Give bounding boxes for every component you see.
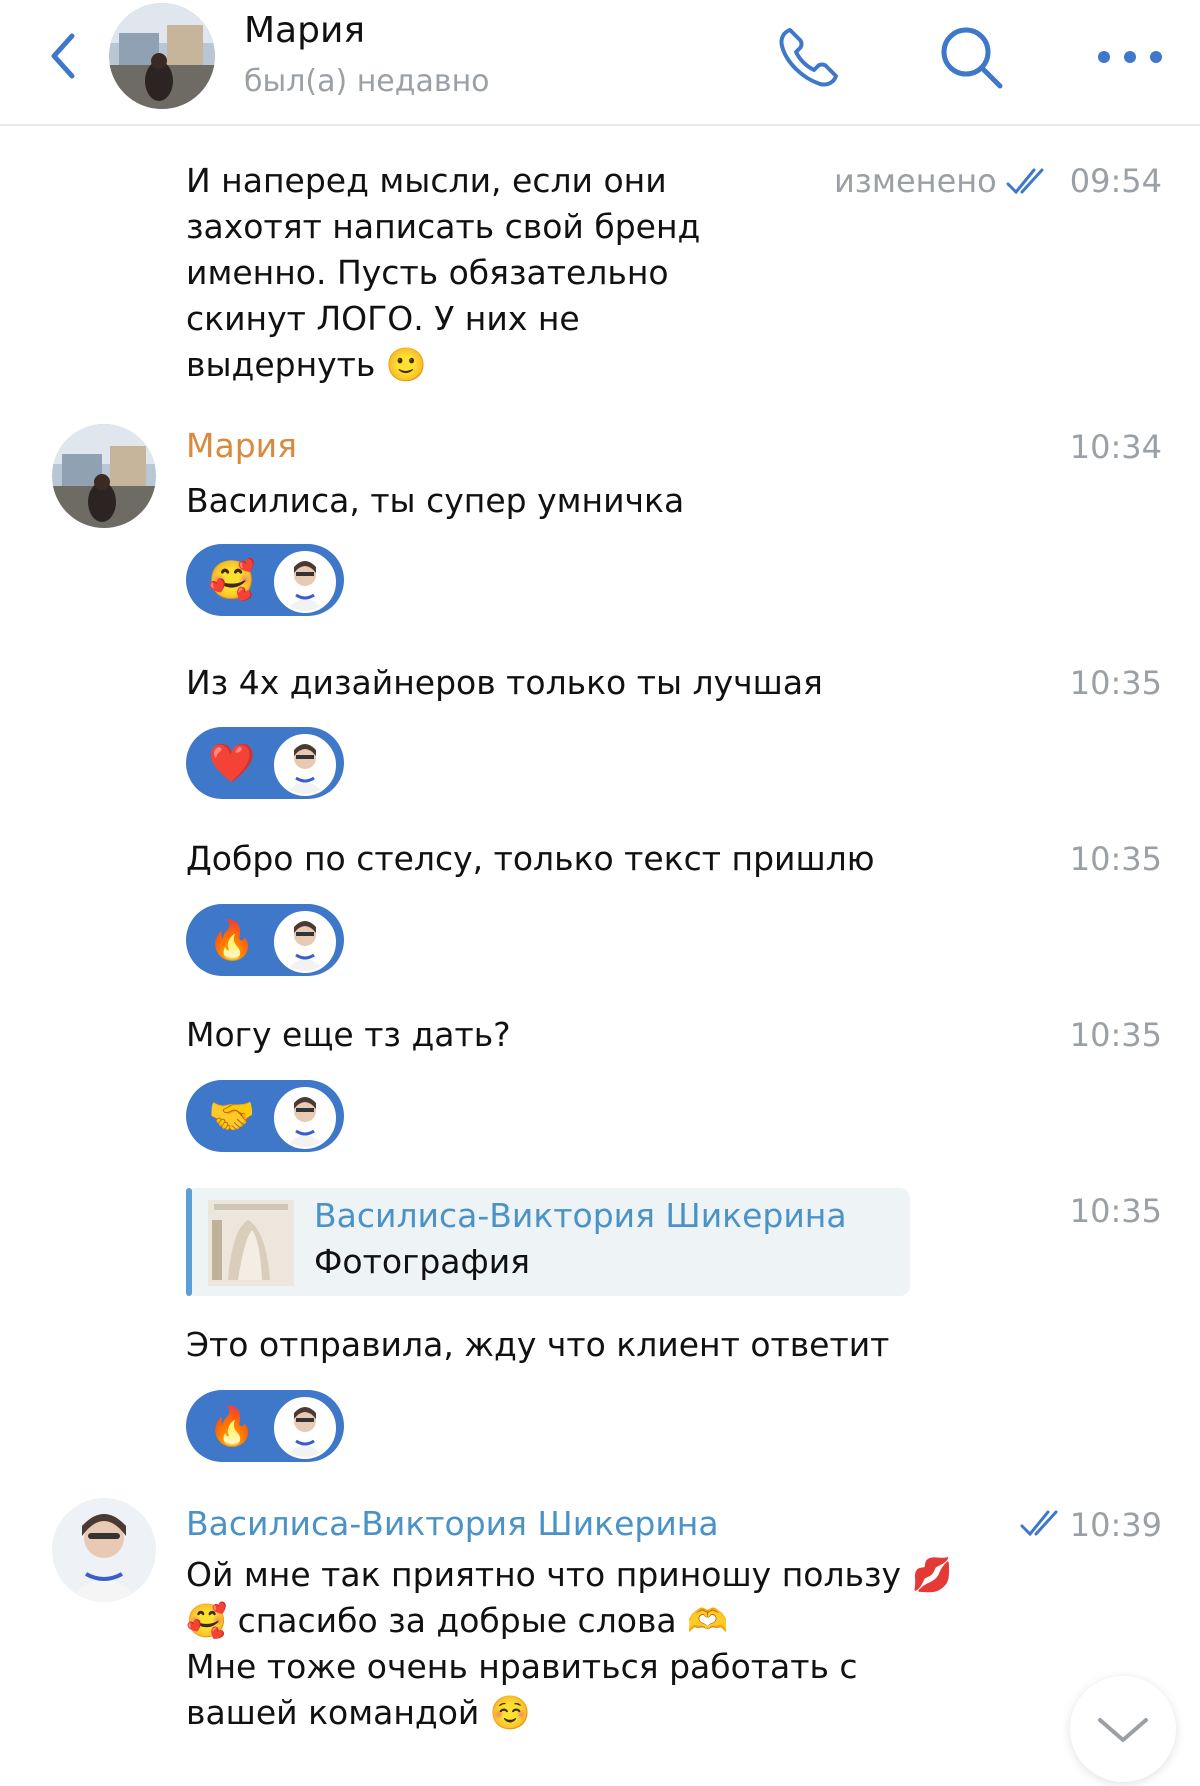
reaction-emoji: 🔥	[208, 918, 256, 962]
reactor-avatar	[274, 551, 336, 613]
message-time: 09:54	[1069, 162, 1162, 200]
reactor-avatar	[274, 1087, 336, 1149]
forward-type: Фотография	[314, 1242, 531, 1281]
message-text: Ой мне так приятно что приношу пользу 💋 …	[186, 1555, 953, 1732]
chat-header: Мария был(а) недавно	[0, 0, 1200, 126]
reaction-badge[interactable]: 🔥	[186, 1390, 344, 1462]
reaction-emoji: 🤝	[208, 1094, 256, 1138]
reaction-emoji: 🔥	[208, 1404, 256, 1448]
edited-label: изменено	[834, 162, 997, 200]
avatar[interactable]	[52, 1498, 156, 1602]
read-check-icon	[1006, 168, 1044, 195]
sender-name[interactable]: Мария	[186, 426, 297, 465]
message-text: Могу еще тз дать?	[186, 1015, 511, 1054]
message-time: 10:35	[1069, 664, 1162, 702]
reaction-badge[interactable]: 🔥	[186, 904, 344, 976]
reaction-badge[interactable]: 🥰	[186, 544, 344, 616]
message-time: 10:34	[1069, 428, 1162, 466]
phone-icon[interactable]	[770, 20, 846, 96]
reactor-avatar	[274, 734, 336, 796]
reaction-badge[interactable]: ❤️	[186, 727, 344, 799]
message-time: 10:35	[1069, 1192, 1162, 1230]
forward-sender: Василиса-Виктория Шикерина	[314, 1196, 847, 1235]
chevron-down-icon	[1098, 1718, 1148, 1742]
more-icon[interactable]	[1090, 32, 1170, 82]
message-text: Василиса, ты супер умничка	[186, 481, 685, 520]
quote-bar	[186, 1188, 192, 1296]
message-text: Добро по стелсу, только текст пришлю	[186, 839, 875, 878]
read-check-icon	[1020, 1510, 1058, 1537]
scroll-down-button[interactable]	[1070, 1676, 1176, 1782]
message-time: 10:35	[1069, 1016, 1162, 1054]
message-time: 10:39	[1069, 1506, 1162, 1544]
message-text: И наперед мысли, если они захотят написа…	[186, 161, 701, 384]
forwarded-message[interactable]: Василиса-Виктория Шикерина Фотография	[186, 1188, 910, 1296]
contact-status: был(а) недавно	[244, 64, 490, 99]
message-text: Из 4х дизайнеров только ты лучшая	[186, 663, 823, 702]
reactor-avatar	[274, 911, 336, 973]
photo-thumbnail[interactable]	[208, 1200, 294, 1286]
avatar[interactable]	[52, 424, 156, 528]
avatar[interactable]	[109, 3, 215, 109]
message-text: Это отправила, жду что клиент ответит	[186, 1325, 890, 1364]
reaction-emoji: ❤️	[208, 741, 256, 785]
reactor-avatar	[274, 1397, 336, 1459]
contact-name: Мария	[244, 10, 366, 51]
message-time: 10:35	[1069, 840, 1162, 878]
reaction-emoji: 🥰	[208, 558, 256, 602]
sender-name[interactable]: Василиса-Виктория Шикерина	[186, 1504, 719, 1543]
chevron-left-icon[interactable]	[44, 30, 84, 82]
search-icon[interactable]	[934, 20, 1010, 96]
reaction-badge[interactable]: 🤝	[186, 1080, 344, 1152]
